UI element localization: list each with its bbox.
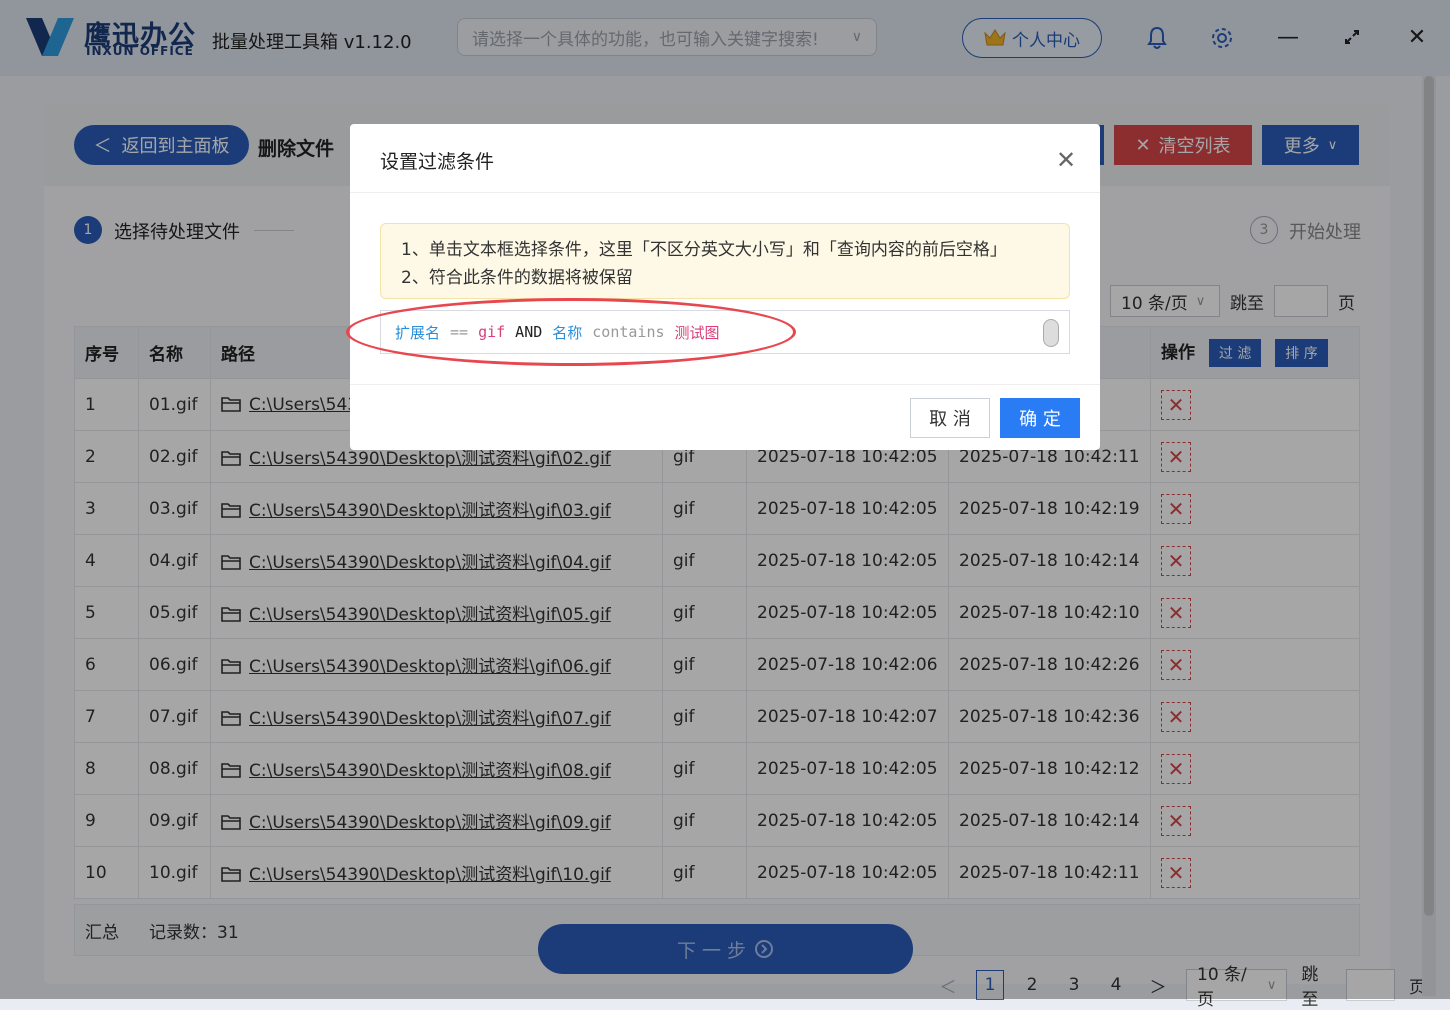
close-icon[interactable]: ✕ bbox=[1054, 146, 1078, 174]
highlight-ellipse bbox=[346, 298, 796, 366]
tip-line-1: 1、单击文本框选择条件，这里「不区分英文大小写」和「查询内容的前后空格」 bbox=[401, 240, 1007, 260]
confirm-button[interactable]: 确 定 bbox=[1000, 398, 1080, 438]
dialog-divider bbox=[350, 192, 1100, 193]
dialog-footer-divider bbox=[350, 384, 1100, 385]
expr-scroll-handle[interactable] bbox=[1043, 319, 1059, 347]
dialog-title: 设置过滤条件 bbox=[380, 151, 495, 173]
filter-dialog: 设置过滤条件 ✕ 1、单击文本框选择条件，这里「不区分英文大小写」和「查询内容的… bbox=[346, 124, 1100, 450]
filter-tip: 1、单击文本框选择条件，这里「不区分英文大小写」和「查询内容的前后空格」 2、符… bbox=[380, 223, 1070, 299]
tip-line-2: 2、符合此条件的数据将被保留 bbox=[401, 268, 633, 288]
app-window: 鹰迅办公 INXUN OFFICE 批量处理工具箱 v1.12.0 请选择一个具… bbox=[0, 0, 1450, 1010]
cancel-button[interactable]: 取 消 bbox=[910, 398, 990, 438]
